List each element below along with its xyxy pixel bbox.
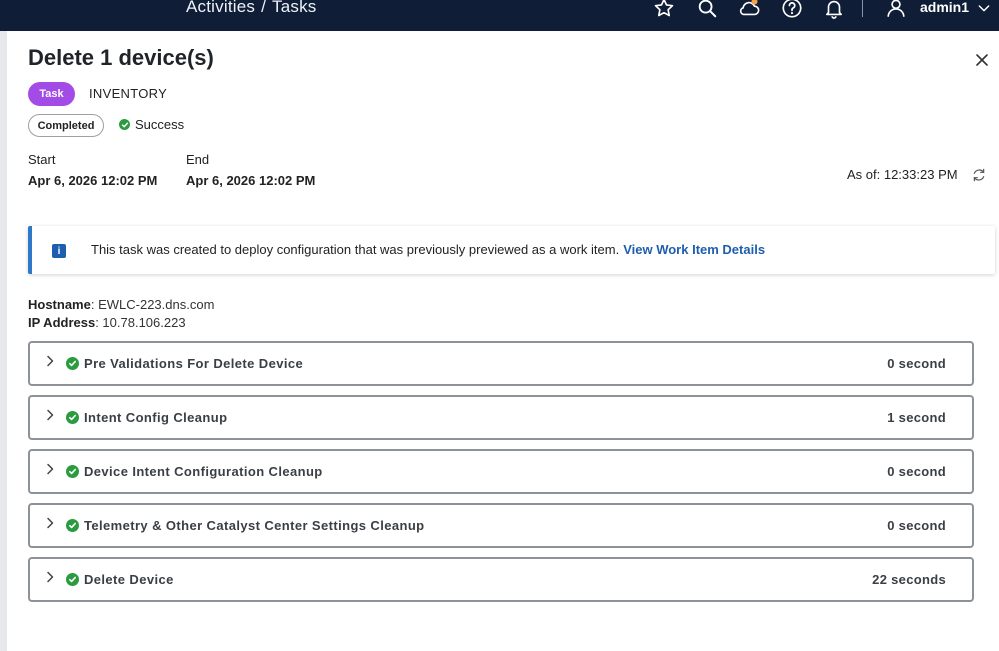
step-duration: 22 seconds <box>872 572 946 587</box>
hostname-value: : EWLC-223.dns.com <box>90 297 215 312</box>
info-icon: i <box>52 244 66 258</box>
user-icon[interactable] <box>884 0 908 20</box>
user-name[interactable]: admin1 <box>920 0 969 15</box>
ip-address-row: IP Address: 10.78.106.223 <box>28 315 186 330</box>
ip-address-label: IP Address <box>28 315 96 330</box>
chevron-right-icon[interactable] <box>44 462 56 476</box>
chevron-right-icon[interactable] <box>44 354 56 368</box>
step-name: Telemetry & Other Catalyst Center Settin… <box>84 518 425 533</box>
breadcrumb: Activities / Tasks <box>186 0 316 17</box>
cloud-icon[interactable] <box>737 0 761 20</box>
end-value: Apr 6, 2026 12:02 PM <box>186 173 316 188</box>
view-work-item-link[interactable]: View Work Item Details <box>623 242 765 257</box>
step-duration: 0 second <box>887 356 946 371</box>
breadcrumb-tasks: Tasks <box>272 0 317 16</box>
step-row[interactable]: Intent Config Cleanup 1 second <box>28 395 974 440</box>
bell-icon[interactable] <box>822 0 846 20</box>
step-name: Delete Device <box>84 572 174 587</box>
close-icon[interactable] <box>973 51 991 69</box>
search-icon[interactable] <box>695 0 719 20</box>
success-check-icon <box>66 465 79 478</box>
hostname-label: Hostname <box>28 297 91 312</box>
ip-address-value: : 10.78.106.223 <box>95 315 186 330</box>
task-category: INVENTORY <box>89 86 168 101</box>
help-icon[interactable] <box>780 0 804 20</box>
star-icon[interactable] <box>652 0 676 20</box>
refresh-icon[interactable] <box>971 167 987 183</box>
chevron-right-icon[interactable] <box>44 408 56 422</box>
step-row[interactable]: Telemetry & Other Catalyst Center Settin… <box>28 503 974 548</box>
chevron-down-icon[interactable] <box>972 0 996 20</box>
success-check-icon <box>66 411 79 424</box>
breadcrumb-activities[interactable]: Activities <box>186 0 255 16</box>
chevron-right-icon[interactable] <box>44 516 56 530</box>
step-duration: 0 second <box>887 464 946 479</box>
background-overlay <box>0 31 7 651</box>
step-row[interactable]: Pre Validations For Delete Device 0 seco… <box>28 341 974 386</box>
breadcrumb-separator: / <box>261 0 267 16</box>
step-row[interactable]: Delete Device 22 seconds <box>28 557 974 602</box>
toolbar-divider <box>862 0 863 17</box>
hostname-row: Hostname: EWLC-223.dns.com <box>28 297 214 312</box>
step-duration: 1 second <box>887 410 946 425</box>
start-value: Apr 6, 2026 12:02 PM <box>28 173 158 188</box>
end-label: End <box>186 152 210 167</box>
success-check-icon <box>66 573 79 586</box>
chevron-right-icon[interactable] <box>44 570 56 584</box>
banner-text: This task was created to deploy configur… <box>91 242 620 257</box>
banner-message: This task was created to deploy configur… <box>91 242 765 257</box>
as-of-timestamp: As of: 12:33:23 PM <box>847 167 958 182</box>
step-name: Intent Config Cleanup <box>84 410 228 425</box>
step-name: Pre Validations For Delete Device <box>84 356 304 371</box>
step-name: Device Intent Configuration Cleanup <box>84 464 323 479</box>
success-check-icon <box>119 119 130 130</box>
step-duration: 0 second <box>887 518 946 533</box>
page-title: Delete 1 device(s) <box>28 45 214 70</box>
success-check-icon <box>66 357 79 370</box>
result-status: Success <box>119 117 184 132</box>
task-type-badge: Task <box>28 82 75 106</box>
status-badge: Completed <box>28 114 104 137</box>
success-check-icon <box>66 519 79 532</box>
step-row[interactable]: Device Intent Configuration Cleanup 0 se… <box>28 449 974 494</box>
result-label: Success <box>135 117 185 132</box>
top-navigation-bar: Activities / Tasks admin1 <box>0 0 999 31</box>
info-banner: i This task was created to deploy config… <box>28 226 995 274</box>
start-label: Start <box>28 152 56 167</box>
